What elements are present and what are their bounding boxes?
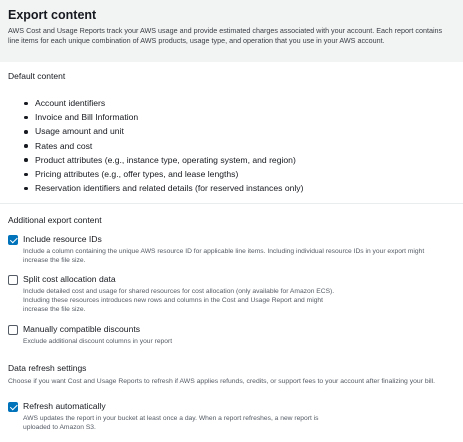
page-description: AWS Cost and Usage Reports track your AW… bbox=[8, 26, 443, 45]
manually-compatible-discounts-label[interactable]: Manually compatible discounts bbox=[23, 324, 140, 335]
data-refresh-settings-title: Data refresh settings bbox=[8, 363, 87, 373]
manually-compatible-discounts-checkbox[interactable] bbox=[8, 325, 18, 335]
list-item: Pricing attributes (e.g., offer types, a… bbox=[24, 167, 303, 181]
default-content-list: Account identifiers Invoice and Bill Inf… bbox=[24, 96, 303, 195]
list-item: Reservation identifiers and related deta… bbox=[24, 181, 303, 195]
manually-compatible-discounts-description: Exclude additional discount columns in y… bbox=[23, 338, 173, 345]
refresh-automatically-description: AWS updates the report in your bucket at… bbox=[23, 415, 319, 431]
refresh-automatically-checkbox[interactable] bbox=[8, 402, 18, 412]
export-content-header: Export content AWS Cost and Usage Report… bbox=[0, 0, 463, 62]
section-divider bbox=[0, 203, 463, 204]
default-content-title: Default content bbox=[8, 71, 66, 81]
refresh-automatically-label[interactable]: Refresh automatically bbox=[23, 401, 106, 412]
list-item: Usage amount and unit bbox=[24, 124, 303, 138]
list-item: Account identifiers bbox=[24, 96, 303, 110]
page-title: Export content bbox=[8, 8, 97, 22]
data-refresh-settings-description: Choose if you want Cost and Usage Report… bbox=[8, 378, 436, 385]
split-cost-allocation-checkbox[interactable] bbox=[8, 275, 18, 285]
additional-export-content-title: Additional export content bbox=[8, 215, 102, 225]
list-item: Product attributes (e.g., instance type,… bbox=[24, 153, 303, 167]
include-resource-ids-description: Include a column containing the unique A… bbox=[23, 248, 425, 264]
split-cost-allocation-description: Include detailed cost and usage for shar… bbox=[23, 288, 335, 313]
list-item: Rates and cost bbox=[24, 139, 303, 153]
split-cost-allocation-label[interactable]: Split cost allocation data bbox=[23, 274, 116, 285]
include-resource-ids-checkbox[interactable] bbox=[8, 235, 18, 245]
include-resource-ids-label[interactable]: Include resource IDs bbox=[23, 234, 102, 245]
list-item: Invoice and Bill Information bbox=[24, 110, 303, 124]
